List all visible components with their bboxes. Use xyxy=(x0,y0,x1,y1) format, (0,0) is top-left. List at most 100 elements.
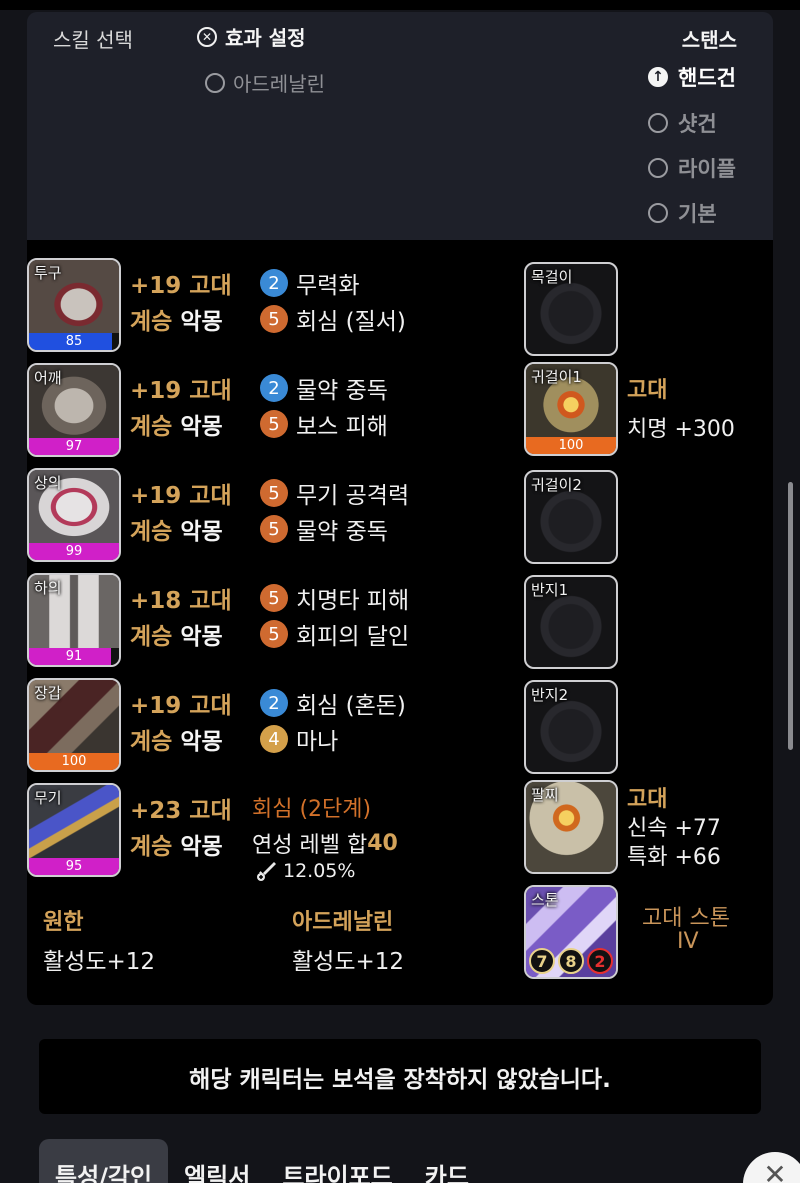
effect-name: 물약 중독 xyxy=(296,519,388,545)
stance-option-shotgun[interactable]: 샷건 xyxy=(648,108,717,138)
weapon-percent: 12.05% xyxy=(283,860,356,882)
slot-label: 귀걸이2 xyxy=(531,476,582,494)
set-name: 악몽 xyxy=(180,834,223,860)
weapon-refine-line: 연성 레벨 합 40 xyxy=(252,827,398,859)
quality-bar: 100 xyxy=(526,437,616,454)
tab-tripod[interactable]: 트라이포드 xyxy=(266,1139,408,1183)
bracelet-stat: 신속 +77 xyxy=(627,816,721,841)
necklace-slot[interactable]: 목걸이 xyxy=(524,262,618,356)
armor-effect: 2 무력화 xyxy=(260,266,359,300)
radio-selected-icon xyxy=(648,67,668,87)
tier-label: 계승 xyxy=(130,834,173,860)
bracelet-grade: 고대 xyxy=(627,787,668,812)
stone-slot[interactable]: 스톤 7 8 2 xyxy=(524,885,618,979)
slot-label: 귀걸이1 xyxy=(531,368,582,386)
effect-name: 물약 중독 xyxy=(296,378,388,404)
close-button[interactable]: ✕ xyxy=(743,1152,800,1183)
stance-title: 스탠스 xyxy=(681,28,737,52)
effect-name: 회피의 달인 xyxy=(296,624,410,650)
stance-option-basic[interactable]: 기본 xyxy=(648,198,717,228)
tier-label: 계승 xyxy=(130,729,173,755)
earring2-slot[interactable]: 귀걸이2 xyxy=(524,470,618,564)
gloves-slot[interactable]: 장갑 100 xyxy=(27,678,121,772)
effect-level-badge: 5 xyxy=(260,620,288,648)
slot-label: 상의 xyxy=(34,474,62,492)
effect-level-badge: 5 xyxy=(260,584,288,612)
effect-level-badge: 5 xyxy=(260,515,288,543)
ring2-slot[interactable]: 반지2 xyxy=(524,680,618,774)
skill-select-label: 스킬 선택 xyxy=(53,28,133,52)
armor-set-line: 계승 악몽 xyxy=(130,407,223,441)
slot-label: 무기 xyxy=(34,789,62,807)
chest-slot[interactable]: 상의 99 xyxy=(27,468,121,562)
earring1-grade: 고대 xyxy=(627,378,668,403)
weapon-percent-line: 12.05% xyxy=(255,860,355,882)
bonus-title: 원한 xyxy=(43,910,84,935)
slot-label: 반지2 xyxy=(531,686,569,704)
slot-label: 투구 xyxy=(34,264,62,282)
set-name: 악몽 xyxy=(180,624,223,650)
quality-bar: 97 xyxy=(29,438,119,455)
stone-tier: IV xyxy=(677,929,699,954)
shoulder-slot[interactable]: 어깨 97 xyxy=(27,363,121,457)
skill-panel: 스킬 선택 효과 설정 아드레날린 스탠스 핸드건 샷건 라이플 기본 xyxy=(27,12,773,252)
refine-label: 연성 레벨 합 xyxy=(252,833,368,858)
slot-label: 반지1 xyxy=(531,581,569,599)
effect-setting-option[interactable]: 효과 설정 xyxy=(197,22,306,51)
effect-name: 무기 공격력 xyxy=(296,483,410,509)
weapon-slot[interactable]: 무기 95 xyxy=(27,783,121,877)
radio-icon xyxy=(648,113,668,133)
bonus-value: 활성도+12 xyxy=(43,949,156,975)
bottom-tabs: 특성/각인 엘릭서 트라이포드 카드 xyxy=(39,1139,485,1183)
tab-card[interactable]: 카드 xyxy=(409,1139,485,1183)
effect-level-badge: 5 xyxy=(260,479,288,507)
tier-label: 계승 xyxy=(130,414,173,440)
effect-level-badge: 2 xyxy=(260,374,288,402)
effect-name: 회심 (혼돈) xyxy=(296,693,406,719)
adrenaline-option[interactable]: 아드레날린 xyxy=(205,68,325,97)
tab-traits-engravings[interactable]: 특성/각인 xyxy=(39,1139,169,1183)
effect-level-badge: 5 xyxy=(260,410,288,438)
radio-icon xyxy=(648,203,668,223)
stone-value-badge: 7 xyxy=(529,948,555,974)
pants-slot[interactable]: 하의 91 xyxy=(27,573,121,667)
tier-label: 계승 xyxy=(130,624,173,650)
stance-label: 샷건 xyxy=(678,112,717,136)
stone-value-badge: 2 xyxy=(587,948,613,974)
effect-name: 무력화 xyxy=(296,273,360,299)
stance-label: 기본 xyxy=(678,202,717,226)
radio-icon xyxy=(648,158,668,178)
armor-effect: 5 보스 피해 xyxy=(260,407,388,441)
armor-grade: +19 고대 xyxy=(130,693,232,719)
stone-value-badge: 8 xyxy=(558,948,584,974)
armor-set-line: 계승 악몽 xyxy=(130,617,223,651)
radio-icon xyxy=(205,72,225,93)
bracelet-slot[interactable]: 팔찌 xyxy=(524,780,618,874)
earring1-slot[interactable]: 귀걸이1 100 xyxy=(524,362,618,456)
armor-set-line: 계승 악몽 xyxy=(130,512,223,546)
armor-effect: 2 회심 (혼돈) xyxy=(260,686,406,720)
set-name: 악몽 xyxy=(180,729,223,755)
armor-effect: 5 물약 중독 xyxy=(260,512,388,546)
bonus-title: 아드레날린 xyxy=(292,910,394,935)
effect-name: 회심 (질서) xyxy=(296,309,406,335)
armor-set-line: 계승 악몽 xyxy=(130,302,223,336)
bonus-value: 활성도+12 xyxy=(292,949,405,975)
ring1-slot[interactable]: 반지1 xyxy=(524,575,618,669)
earring1-stat: 치명 +300 xyxy=(627,417,735,442)
tier-label: 계승 xyxy=(130,519,173,545)
quality-bar: 95 xyxy=(29,858,119,875)
tab-elixir[interactable]: 엘릭서 xyxy=(168,1139,266,1183)
effect-level-badge: 5 xyxy=(260,305,288,333)
armor-effect: 5 회피의 달인 xyxy=(260,617,409,651)
stone-name: 고대 스톤 xyxy=(642,906,730,931)
scrollbar[interactable] xyxy=(788,482,793,750)
close-icon: ✕ xyxy=(763,1158,787,1183)
refine-value: 40 xyxy=(367,830,398,856)
stance-option-handgun[interactable]: 핸드건 xyxy=(648,62,736,92)
slot-label: 목걸이 xyxy=(531,268,573,286)
helmet-slot[interactable]: 투구 85 xyxy=(27,258,121,352)
set-name: 악몽 xyxy=(180,414,223,440)
stance-option-rifle[interactable]: 라이플 xyxy=(648,153,736,183)
adrenaline-label: 아드레날린 xyxy=(233,72,325,96)
